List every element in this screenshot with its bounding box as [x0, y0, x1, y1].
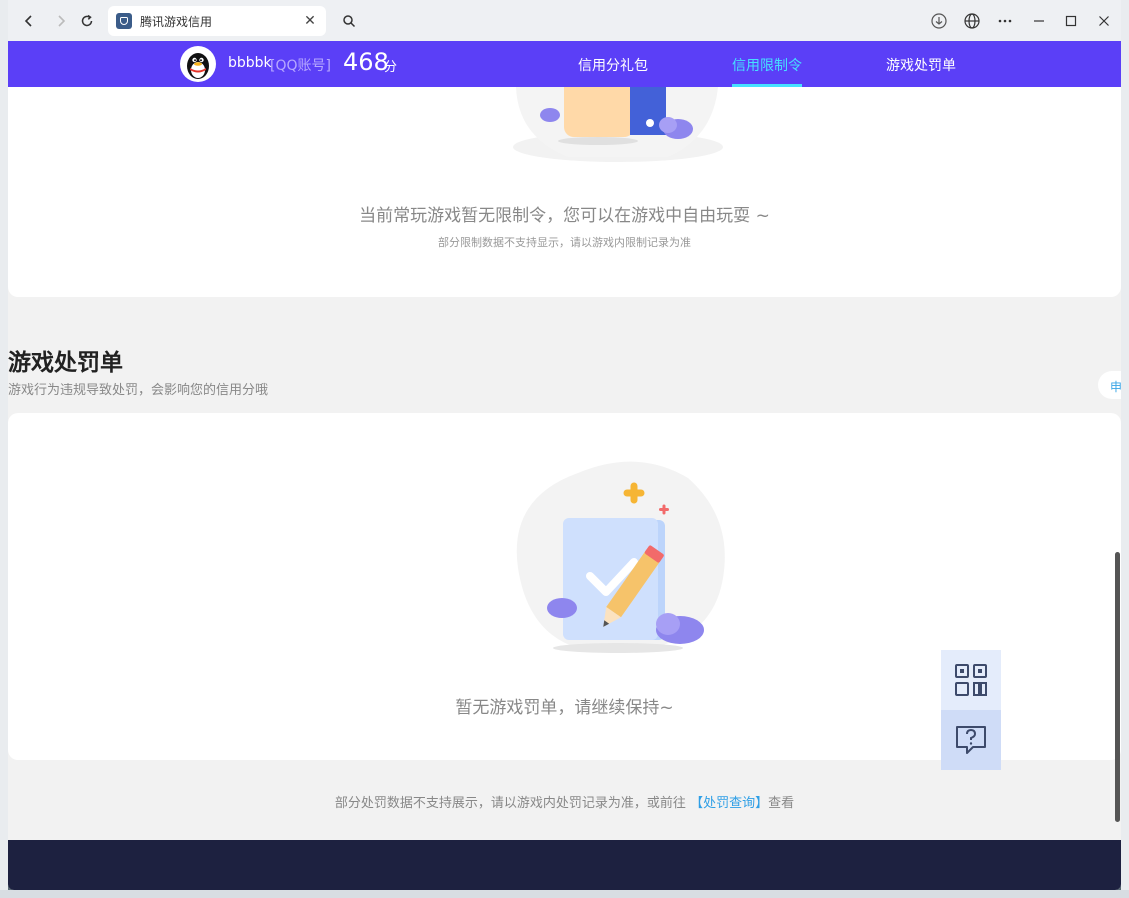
more-dots-icon: [998, 19, 1012, 23]
maximize-button[interactable]: [1060, 10, 1082, 32]
tab-close-icon[interactable]: ✕: [302, 13, 318, 29]
minimize-icon: [1034, 20, 1044, 22]
page-scrollbar-thumb[interactable]: [1115, 552, 1120, 822]
footer-note-suffix: 查看: [768, 796, 795, 811]
browser-tab[interactable]: 腾讯游戏信用 ✕: [108, 6, 326, 36]
globe-icon: [964, 13, 980, 29]
close-icon: [1099, 16, 1109, 26]
qq-penguin-icon: [187, 53, 209, 79]
refresh-icon: [81, 14, 93, 27]
help-chat-icon: [956, 726, 986, 754]
qr-code-icon: [955, 664, 987, 696]
back-button[interactable]: [18, 10, 40, 32]
restriction-card: 当前常玩游戏暂无限制令，您可以在游戏中自由玩耍 ~ 部分限制数据不支持显示，请以…: [8, 77, 1121, 297]
desktop-background-left: [0, 0, 8, 898]
desktop-background-bottom: [0, 890, 1129, 898]
download-button[interactable]: [928, 10, 950, 32]
forward-arrow-icon: [58, 15, 66, 27]
penalty-section-title: 游戏处罚单: [8, 350, 123, 376]
close-window-button[interactable]: [1093, 10, 1115, 32]
account-type: [QQ账号]: [270, 58, 331, 74]
restriction-note: 部分限制数据不支持显示，请以游戏内限制记录为准: [438, 236, 691, 249]
minimize-button[interactable]: [1028, 10, 1050, 32]
qr-code-button[interactable]: [941, 650, 1001, 710]
tab-title: 腾讯游戏信用: [140, 14, 213, 29]
globe-button[interactable]: [961, 10, 983, 32]
nav-active-indicator: [732, 84, 802, 87]
desktop-background-right: [1121, 0, 1129, 898]
site-header: bbbbk [QQ账号] 468 分 信用分礼包 信用限制令 游戏处罚单: [8, 41, 1121, 87]
penalty-section-description: 游戏行为违规导致处罚，会影响您的信用分哦: [8, 383, 269, 398]
credit-score: 468: [343, 48, 389, 76]
back-arrow-icon: [24, 15, 32, 27]
download-icon: [931, 13, 947, 29]
browser-titlebar: 腾讯游戏信用 ✕: [8, 0, 1121, 41]
restriction-empty-message: 当前常玩游戏暂无限制令，您可以在游戏中自由玩耍 ~: [359, 206, 770, 226]
penalty-footer-note: 部分处罚数据不支持展示，请以游戏内处罚记录为准，或前往 【处罚查询】查看: [8, 792, 1121, 811]
restriction-empty-illustration: [513, 77, 723, 162]
username: bbbbk: [228, 55, 272, 71]
nav-game-penalty[interactable]: 游戏处罚单: [886, 55, 956, 75]
forward-button[interactable]: [50, 10, 72, 32]
footer-note-prefix: 部分处罚数据不支持展示，请以游戏内处罚记录为准，或前往: [334, 796, 686, 811]
refresh-button[interactable]: [76, 10, 98, 32]
shield-favicon-icon: [116, 13, 132, 29]
more-button[interactable]: [994, 10, 1016, 32]
browser-window: 腾讯游戏信用 ✕ 当前常玩游戏暂无限制令，您可以在游戏中自由玩耍 ~ 部分限制数…: [8, 0, 1121, 890]
help-button[interactable]: [941, 710, 1001, 770]
site-footer: [8, 840, 1121, 890]
credit-score-unit: 分: [384, 60, 398, 75]
maximize-icon: [1065, 15, 1077, 27]
nav-credit-gift[interactable]: 信用分礼包: [578, 55, 648, 75]
search-button[interactable]: [336, 8, 362, 34]
nav-credit-restriction[interactable]: 信用限制令: [732, 55, 802, 75]
avatar[interactable]: [180, 46, 216, 82]
penalty-query-link[interactable]: 【处罚查询】: [690, 796, 768, 811]
penalty-empty-illustration: [516, 461, 725, 653]
search-icon: [343, 15, 356, 28]
